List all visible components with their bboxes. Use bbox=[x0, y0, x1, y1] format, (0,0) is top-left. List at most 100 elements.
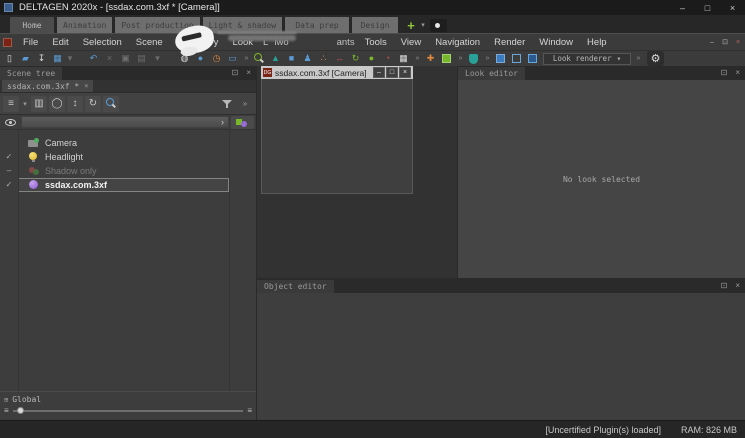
menu-view[interactable]: View bbox=[394, 37, 428, 48]
rotate-icon[interactable]: ↻ bbox=[348, 52, 363, 66]
tab-overflow-caret[interactable]: ▾ bbox=[419, 17, 427, 33]
rect-select-icon[interactable]: ■ bbox=[284, 52, 299, 66]
eye-icon[interactable] bbox=[5, 119, 16, 126]
cone-pick-icon[interactable]: ▲ bbox=[268, 52, 283, 66]
object-editor-title[interactable]: Object editor bbox=[257, 280, 334, 293]
name-column-header[interactable]: › bbox=[21, 116, 229, 128]
globe-icon[interactable]: ● bbox=[364, 52, 379, 66]
find-node-icon[interactable] bbox=[103, 96, 119, 112]
viewport-maximize-icon[interactable]: □ bbox=[386, 67, 398, 78]
look-editor-title[interactable]: Look editor bbox=[458, 67, 525, 80]
display-mode-caret-icon[interactable]: ▾ bbox=[21, 96, 29, 112]
viewport-close-icon[interactable]: × bbox=[399, 67, 411, 78]
viewport-minimize-icon[interactable]: – bbox=[373, 67, 385, 78]
scene-tree-title[interactable]: Scene tree bbox=[0, 67, 62, 80]
document-system-icon[interactable] bbox=[3, 38, 12, 47]
toolbar-overflow-icon[interactable]: » bbox=[634, 55, 643, 62]
scene-tree-overflow-icon[interactable]: » bbox=[237, 96, 253, 112]
toolbar-overflow-icon[interactable]: » bbox=[483, 55, 492, 62]
sync-selection-icon[interactable]: ↻ bbox=[85, 96, 101, 112]
menu-tools[interactable]: Tools bbox=[358, 37, 394, 48]
close-panel-icon[interactable]: × bbox=[735, 69, 740, 77]
import-icon[interactable]: ↧ bbox=[34, 52, 49, 66]
redo-icon[interactable]: ▾ bbox=[150, 52, 165, 66]
main-toolbar: ▯ ▰ ↧ ▦ ▾ ↶ × ▣ ▤ ▾ ◍ ● ◷ ▭ » ▲ ■ ♟ ∴ ↔ … bbox=[0, 50, 745, 66]
maximize-button[interactable]: □ bbox=[695, 0, 720, 15]
menu-scene[interactable]: Scene bbox=[129, 37, 170, 48]
toolbar-overflow-icon[interactable]: » bbox=[413, 55, 422, 62]
stats-pie-icon[interactable]: ◔ bbox=[380, 52, 395, 66]
document-minimize-icon[interactable]: – bbox=[707, 37, 717, 47]
close-panel-icon[interactable]: × bbox=[735, 282, 740, 290]
filter-funnel-icon[interactable] bbox=[219, 96, 235, 112]
open-folder-icon[interactable]: ▰ bbox=[18, 52, 33, 66]
toolbar-overflow-icon[interactable]: » bbox=[456, 55, 465, 62]
viewport-canvas[interactable] bbox=[261, 79, 413, 194]
cube-wireframe-icon[interactable] bbox=[509, 52, 524, 66]
tree-row-model-root[interactable]: ✓ ssdax.com.3xf bbox=[0, 178, 229, 192]
look-renderer-select[interactable]: Look renderer ▾ bbox=[543, 53, 631, 65]
close-button[interactable]: × bbox=[720, 0, 745, 15]
timeline-list-right-icon[interactable]: ≡ bbox=[247, 407, 252, 415]
menu-window[interactable]: Window bbox=[532, 37, 580, 48]
float-panel-icon[interactable]: ⊡ bbox=[721, 69, 728, 77]
quick-search-button[interactable] bbox=[430, 19, 447, 32]
toolbar-overflow-icon[interactable]: » bbox=[242, 55, 251, 62]
ribbon-tab-animation[interactable]: Animation bbox=[57, 17, 112, 33]
minimize-button[interactable]: – bbox=[670, 0, 695, 15]
capture-icon[interactable]: ▭ bbox=[225, 52, 240, 66]
menu-help[interactable]: Help bbox=[580, 37, 614, 48]
zoom-select-icon[interactable] bbox=[252, 52, 267, 66]
undo-icon[interactable]: ↶ bbox=[86, 52, 101, 66]
document-close-icon[interactable]: × bbox=[733, 37, 743, 47]
new-file-icon[interactable]: ▯ bbox=[2, 52, 17, 66]
validate-shield-icon[interactable] bbox=[466, 52, 481, 66]
tree-row-camera[interactable]: Camera bbox=[0, 136, 229, 150]
transform-axes-icon[interactable]: ✚ bbox=[423, 52, 438, 66]
timer-icon[interactable]: ◷ bbox=[209, 52, 224, 66]
menu-render[interactable]: Render bbox=[487, 37, 532, 48]
menu-navigation[interactable]: Navigation bbox=[428, 37, 487, 48]
float-panel-icon[interactable]: ⊡ bbox=[232, 69, 239, 77]
show-selected-icon[interactable]: ▥ bbox=[31, 96, 47, 112]
display-mode-icon[interactable]: ≡ bbox=[3, 96, 19, 112]
visibility-mark[interactable]: – bbox=[0, 167, 18, 175]
viewport-window-titlebar[interactable]: DG ssdax.com.3xf [Camera] – □ × bbox=[261, 66, 413, 79]
tree-row-shadow-only[interactable]: – Shadow only bbox=[0, 164, 229, 178]
close-panel-icon[interactable]: × bbox=[246, 69, 251, 77]
expand-branches-icon[interactable]: ↕ bbox=[67, 96, 83, 112]
document-tab-close-icon[interactable]: × bbox=[84, 82, 88, 90]
delete-icon[interactable]: × bbox=[102, 52, 117, 66]
vertex-snap-icon[interactable]: ∴ bbox=[316, 52, 331, 66]
menu-file[interactable]: File bbox=[16, 37, 45, 48]
ribbon-tab-design[interactable]: Design bbox=[352, 17, 398, 33]
timeline-list-left-icon[interactable]: ≡ bbox=[4, 407, 9, 415]
menu-edit[interactable]: Edit bbox=[45, 37, 75, 48]
document-tab[interactable]: ssdax.com.3xf * × bbox=[2, 80, 93, 92]
paste-icon[interactable]: ▤ bbox=[134, 52, 149, 66]
cube-mixed-icon[interactable] bbox=[525, 52, 540, 66]
settings-gear-icon[interactable]: ⚙ bbox=[647, 51, 664, 66]
timeline-slider[interactable] bbox=[13, 410, 244, 412]
visibility-mark[interactable]: ✓ bbox=[0, 181, 18, 189]
float-panel-icon[interactable]: ⊡ bbox=[721, 282, 728, 290]
copy-icon[interactable]: ▣ bbox=[118, 52, 133, 66]
world-reference-icon[interactable]: ◯ bbox=[49, 96, 65, 112]
visibility-mark[interactable]: ✓ bbox=[0, 153, 18, 161]
add-tab-button[interactable]: + bbox=[403, 17, 419, 33]
save-more-caret-icon[interactable]: ▾ bbox=[66, 52, 74, 66]
object-pick-icon[interactable]: ♟ bbox=[300, 52, 315, 66]
materials-toggle-icon[interactable] bbox=[231, 116, 254, 129]
grid-snap-icon[interactable]: ▦ bbox=[396, 52, 411, 66]
viewport-window[interactable]: DG ssdax.com.3xf [Camera] – □ × bbox=[261, 66, 413, 194]
ribbon-tab-home[interactable]: Home bbox=[10, 17, 54, 33]
expand-global-icon[interactable]: ⊞ bbox=[4, 396, 8, 404]
tree-row-headlight[interactable]: ✓ Headlight bbox=[0, 150, 229, 164]
document-restore-icon[interactable]: ⊡ bbox=[720, 37, 730, 47]
geometry-cube-icon[interactable] bbox=[439, 52, 454, 66]
cube-solid-icon[interactable] bbox=[493, 52, 508, 66]
menu-selection[interactable]: Selection bbox=[76, 37, 129, 48]
measure-icon[interactable]: ↔ bbox=[332, 52, 347, 66]
timeline-slider-thumb[interactable] bbox=[17, 407, 24, 414]
save-icon[interactable]: ▦ bbox=[50, 52, 65, 66]
